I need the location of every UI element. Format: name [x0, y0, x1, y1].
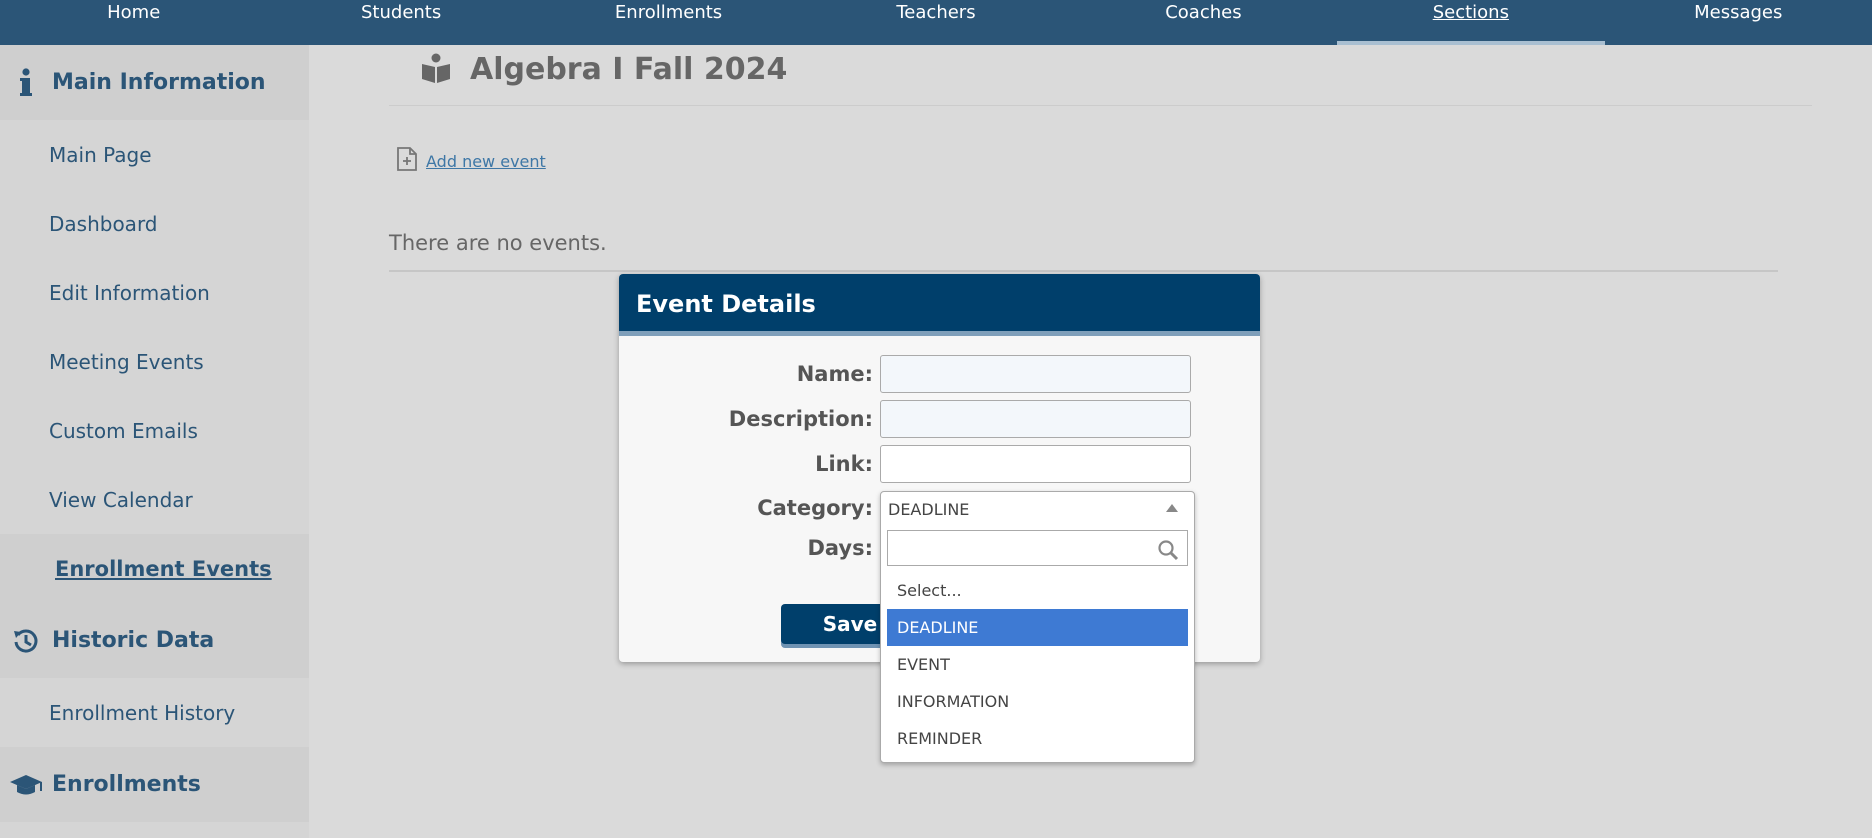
category-search-input[interactable]: [888, 531, 1148, 565]
add-file-icon: [396, 146, 418, 176]
sidebar-item-main-page[interactable]: Main Page: [0, 120, 309, 189]
graduation-cap-icon: [0, 773, 52, 797]
sidebar-item-enrollment-events[interactable]: Enrollment Events: [0, 534, 309, 603]
events-divider: [389, 270, 1778, 272]
category-option-reminder[interactable]: REMINDER: [887, 720, 1188, 757]
reader-book-icon: [420, 53, 452, 87]
nav-students[interactable]: Students: [267, 0, 534, 45]
nav-sections[interactable]: Sections: [1337, 0, 1605, 45]
category-search-box: [887, 530, 1188, 566]
history-icon: [0, 627, 52, 655]
sidebar-section-label: Main Information: [52, 70, 266, 95]
category-label: Category:: [757, 496, 873, 520]
top-nav: Home Students Enrollments Teachers Coach…: [0, 0, 1872, 45]
name-label: Name:: [796, 362, 873, 386]
days-label: Days:: [807, 536, 873, 560]
category-select[interactable]: DEADLINE: [881, 492, 1194, 526]
nav-teachers[interactable]: Teachers: [802, 0, 1069, 45]
nav-messages[interactable]: Messages: [1605, 0, 1872, 45]
nav-coaches[interactable]: Coaches: [1070, 0, 1337, 45]
title-divider: [389, 105, 1812, 106]
link-field[interactable]: [880, 445, 1191, 483]
sidebar-item-meeting-events[interactable]: Meeting Events: [0, 327, 309, 396]
sidebar-item-edit-information[interactable]: Edit Information: [0, 258, 309, 327]
name-field[interactable]: [880, 355, 1191, 393]
category-option-information[interactable]: INFORMATION: [887, 683, 1188, 720]
sidebar-section-enrollments[interactable]: Enrollments: [0, 747, 309, 822]
dialog-title: Event Details: [619, 274, 1260, 336]
category-selected-value: DEADLINE: [888, 500, 970, 519]
search-icon: [1157, 539, 1179, 565]
category-option-select[interactable]: Select...: [887, 572, 1188, 609]
page-title: Algebra I Fall 2024: [420, 52, 787, 87]
category-dropdown[interactable]: DEADLINE Select... DEADLINE EVENT INFORM…: [880, 491, 1195, 763]
sidebar: Main Information Main Page Dashboard Edi…: [0, 45, 309, 838]
info-icon: [0, 67, 52, 98]
nav-home[interactable]: Home: [0, 0, 267, 45]
sidebar-section-main-information[interactable]: Main Information: [0, 45, 309, 120]
sidebar-section-label: Enrollments: [52, 772, 201, 797]
sidebar-item-view-calendar[interactable]: View Calendar: [0, 465, 309, 534]
sidebar-item-custom-emails[interactable]: Custom Emails: [0, 396, 309, 465]
category-option-event[interactable]: EVENT: [887, 646, 1188, 683]
empty-events-message: There are no events.: [389, 231, 607, 255]
page-title-text: Algebra I Fall 2024: [470, 52, 788, 87]
category-option-deadline[interactable]: DEADLINE: [887, 609, 1188, 646]
description-label: Description:: [728, 407, 873, 431]
link-label: Link:: [815, 452, 873, 476]
category-options-list: Select... DEADLINE EVENT INFORMATION REM…: [887, 572, 1188, 757]
sidebar-section-label: Historic Data: [52, 628, 215, 653]
add-new-event-link[interactable]: Add new event: [396, 146, 546, 176]
nav-enrollments[interactable]: Enrollments: [535, 0, 802, 45]
sidebar-section-historic-data[interactable]: Historic Data: [0, 603, 309, 678]
sidebar-item-dashboard[interactable]: Dashboard: [0, 189, 309, 258]
description-field[interactable]: [880, 400, 1191, 438]
add-new-event-label[interactable]: Add new event: [426, 152, 546, 171]
chevron-up-icon[interactable]: [1166, 504, 1178, 512]
sidebar-item-enrollment-history[interactable]: Enrollment History: [0, 678, 309, 747]
